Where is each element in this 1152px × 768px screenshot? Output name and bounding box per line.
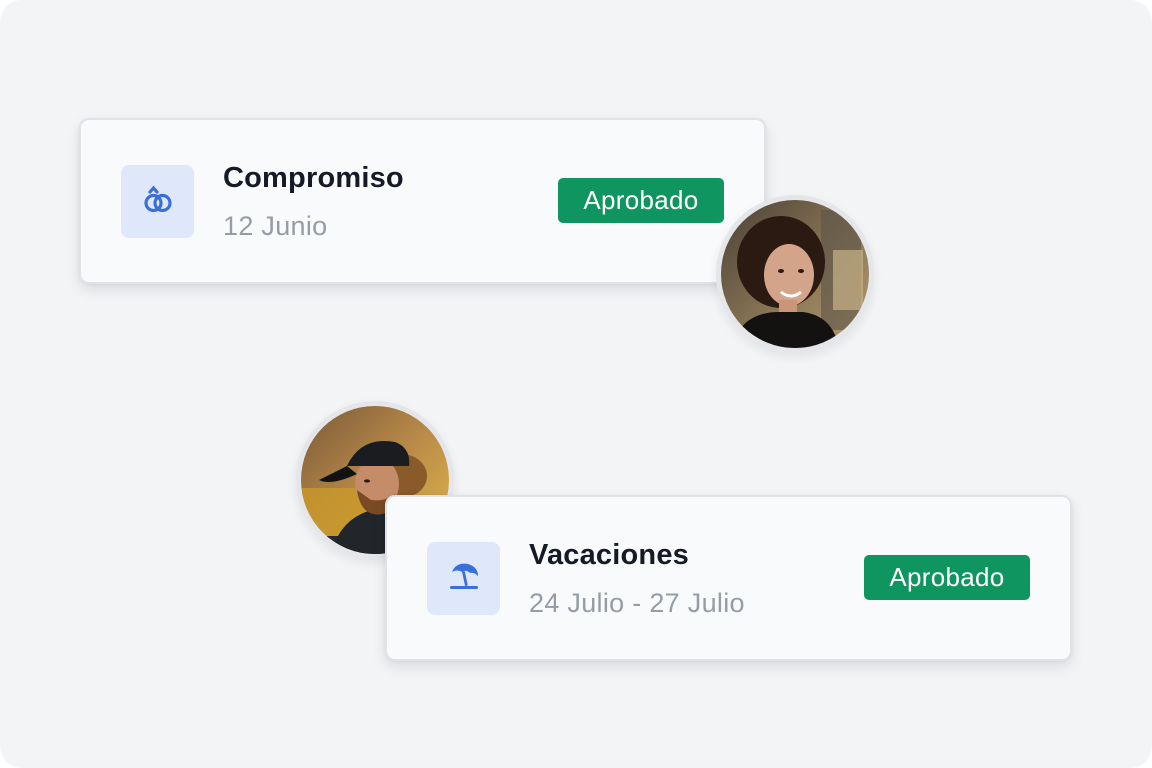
request-card-vacaciones[interactable]: Vacaciones 24 Julio - 27 Julio Aprobado bbox=[385, 495, 1072, 661]
status-badge: Aprobado bbox=[864, 555, 1030, 600]
request-title: Vacaciones bbox=[529, 539, 689, 571]
icon-tile bbox=[121, 165, 194, 238]
request-date: 24 Julio - 27 Julio bbox=[529, 588, 745, 618]
rings-icon bbox=[141, 182, 175, 221]
canvas: Compromiso 12 Junio Aprobado Vacaciones … bbox=[0, 0, 1152, 768]
request-title: Compromiso bbox=[223, 162, 404, 194]
status-badge: Aprobado bbox=[558, 178, 724, 223]
woman-avatar bbox=[716, 195, 874, 353]
request-date: 12 Junio bbox=[223, 211, 328, 241]
request-card-compromiso[interactable]: Compromiso 12 Junio Aprobado bbox=[79, 118, 766, 284]
beach-umbrella-icon bbox=[446, 558, 482, 599]
icon-tile bbox=[427, 542, 500, 615]
